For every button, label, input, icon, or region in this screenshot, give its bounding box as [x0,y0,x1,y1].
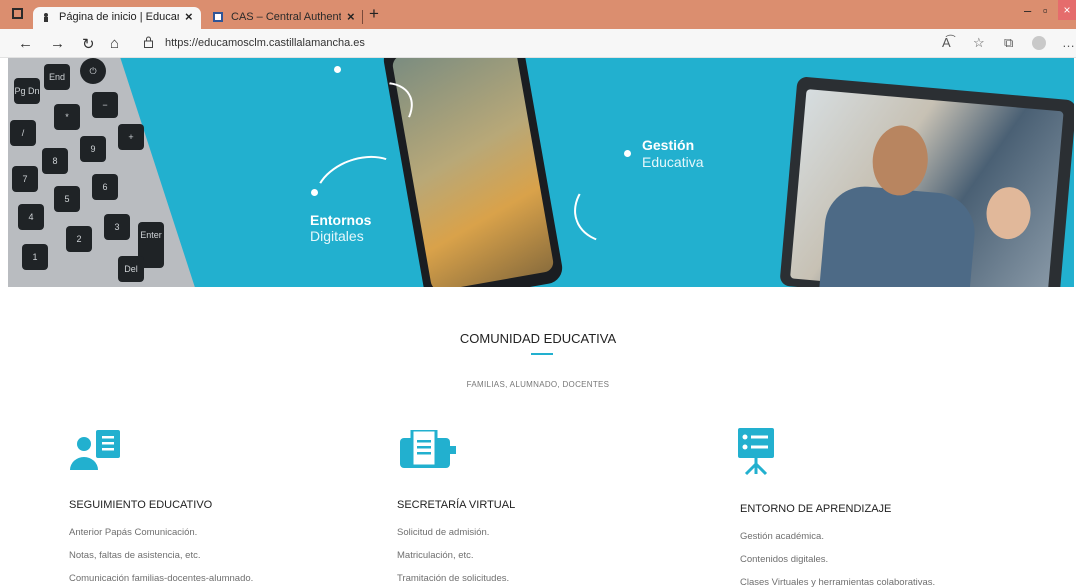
presentation-board-icon [738,428,774,476]
section-title: COMUNIDAD EDUCATIVA [459,331,617,346]
keyboard-key: 5 [54,186,80,212]
hero-label-entornos: Entornos [310,212,372,228]
user-document-icon [70,430,120,470]
laptop-screen [790,89,1064,287]
tab-title: Página de inicio | EducamosCLM [59,11,179,23]
hero-label-digitales: Digitales [310,228,364,244]
column-item: Contenidos digitales. [740,554,829,565]
keyboard-key: End [44,64,70,90]
hero-label-educativa: Educativa [642,154,704,170]
column-item: Clases Virtuales y herramientas colabora… [740,577,936,588]
address-bar: ← → ↻ ⌂ https://educamosclm.castillalama… [0,29,1076,58]
column-item: Comunicación familias-docentes-alumnado. [69,573,254,584]
tab-educamosclm[interactable]: Página de inicio | EducamosCLM × [33,7,201,29]
hero-dot [624,150,631,157]
tab-close-icon[interactable]: × [185,9,193,24]
keyboard-key: 8 [42,148,68,174]
column-item: Tramitación de solicitudes. [397,573,510,584]
phone-screen [391,58,555,287]
more-icon[interactable]: … [1062,35,1075,50]
tab-separator [362,10,363,24]
column-title-seguimiento: SEGUIMIENTO EDUCATIVO [69,499,213,511]
refresh-icon[interactable]: ↻ [82,35,95,53]
hero-label-gestion: Gestión [642,137,695,153]
tab-close-icon[interactable]: × [347,9,355,24]
power-icon: ⏻ [80,58,106,84]
section-subtitle: FAMILIAS, ALUMNADO, DOCENTES [466,380,610,389]
hero-banner: Pg Dn End ⏻ / * − 8 9 + 7 5 6 4 2 3 Ente… [8,58,1074,287]
keyboard-key: Del [118,256,144,282]
home-icon[interactable]: ⌂ [110,35,119,52]
profile-icon[interactable] [1032,36,1046,50]
keyboard-key: 4 [18,204,44,230]
tab-title: CAS – Central Authentication Se [231,11,341,23]
cas-favicon-icon [213,12,223,22]
teacher-head [869,123,931,198]
browser-title-bar: Página de inicio | EducamosCLM × CAS – C… [0,0,1076,29]
new-tab-icon[interactable]: + [369,4,379,24]
keyboard-key: − [92,92,118,118]
minimize-icon[interactable]: – [1024,3,1031,18]
laptop-image [779,76,1074,287]
collections-icon[interactable]: ⧉ [1004,35,1013,51]
keyboard-key: * [54,104,80,130]
hero-dot [334,66,341,73]
maximize-icon[interactable]: ▫ [1043,3,1048,18]
column-title-entorno: ENTORNO DE APRENDIZAJE [740,503,892,515]
keyboard-key: + [118,124,144,150]
keyboard-key: 1 [22,244,48,270]
url-field[interactable]: https://educamosclm.castillalamancha.es [165,37,365,49]
window-menu-icon[interactable] [12,8,23,19]
column-item: Notas, faltas de asistencia, etc. [69,550,201,561]
read-aloud-icon[interactable]: A͡ [942,35,951,50]
column-item: Solicitud de admisión. [397,527,490,538]
keyboard-key: 7 [12,166,38,192]
lock-icon[interactable] [144,36,153,48]
column-item: Matriculación, etc. [397,550,474,561]
column-item: Gestión académica. [740,531,824,542]
section-underline [531,353,553,355]
keyboard-key: 9 [80,136,106,162]
keyboard-key: Pg Dn [14,78,40,104]
student-head [984,185,1033,241]
close-window-icon[interactable]: × [1058,0,1076,20]
keyboard-key: 3 [104,214,130,240]
favorites-icon[interactable]: ☆ [973,35,985,51]
column-title-secretaria: SECRETARÍA VIRTUAL [397,499,516,511]
tab-cas[interactable]: CAS – Central Authentication Se × [205,7,365,29]
keyboard-key: / [10,120,36,146]
back-icon[interactable]: ← [18,35,33,52]
hero-dot [311,189,318,196]
keyboard-key: 6 [92,174,118,200]
keyboard-key: 2 [66,226,92,252]
teacher-figure [818,183,978,287]
educamos-favicon-icon [44,13,48,22]
forward-icon[interactable]: → [50,35,65,52]
printer-document-icon [400,430,456,468]
column-item: Anterior Papás Comunicación. [69,527,198,538]
